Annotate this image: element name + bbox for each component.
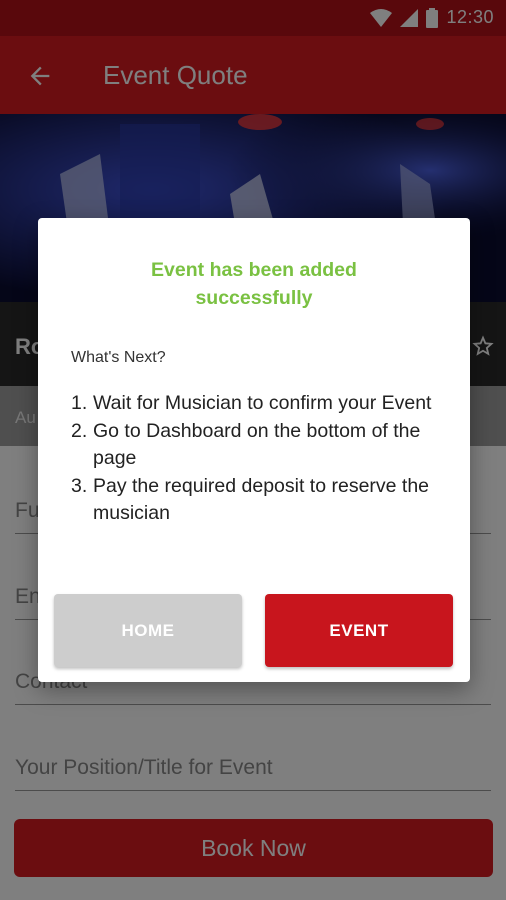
success-dialog: Event has been added successfully What's …: [38, 218, 470, 682]
dialog-title: Event has been added successfully: [151, 259, 357, 309]
home-button[interactable]: HOME: [54, 594, 242, 667]
whats-next-label: What's Next?: [71, 349, 166, 366]
next-steps-list: 1. Wait for Musician to confirm your Even…: [71, 390, 441, 528]
step-item: 2. Go to Dashboard on the bottom of the p…: [71, 419, 421, 470]
event-button[interactable]: EVENT: [265, 594, 453, 667]
step-item: 3. Pay the required deposit to reserve th…: [71, 474, 430, 525]
step-item: 1. Wait for Musician to confirm your Even…: [71, 392, 432, 414]
